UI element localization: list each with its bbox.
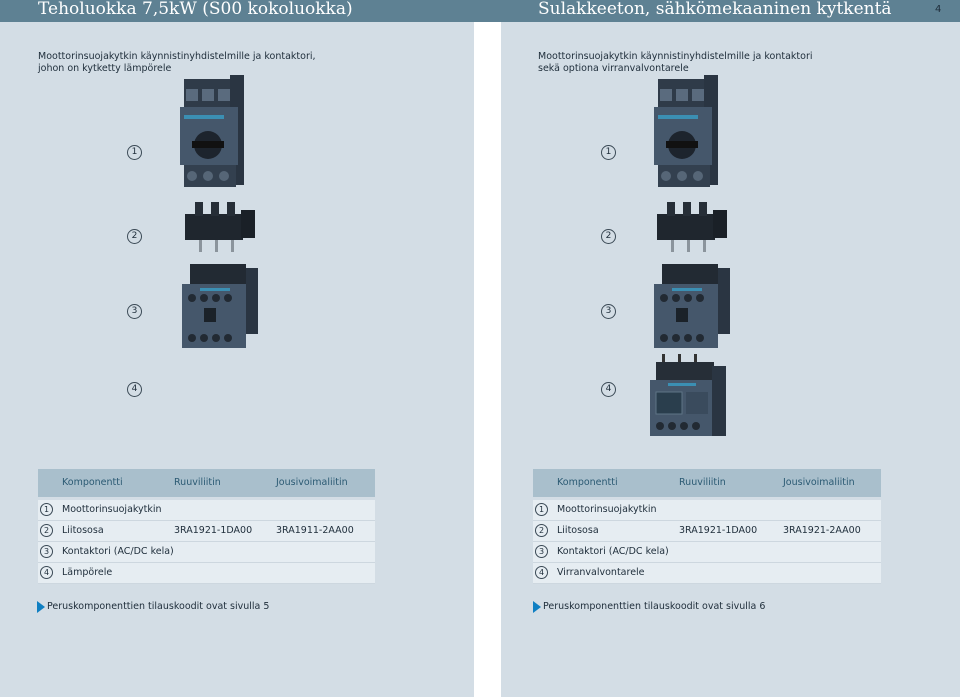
arrow-right-icon <box>37 601 45 613</box>
table-row: 3 Kontaktori (AC/DC kela) <box>38 542 375 563</box>
left-footnote-link[interactable]: Peruskomponenttien tilauskoodit ovat siv… <box>47 601 269 612</box>
row-number: 2 <box>40 524 53 537</box>
right-page <box>501 22 960 697</box>
circuit-breaker-device <box>180 75 244 187</box>
page-number: 4 <box>935 4 942 15</box>
table-row: 2 Liitososa 3RA1921-1DA00 3RA1921-2AA00 <box>533 521 881 542</box>
callout-4: 4 <box>127 382 142 397</box>
component-cell: Liitososa <box>62 525 104 536</box>
callout-3: 3 <box>601 304 616 319</box>
row-number: 1 <box>40 503 53 516</box>
table-header: Komponentti Ruuviliitin Jousivoimaliitin <box>38 469 375 497</box>
component-cell: Virranvalvontarele <box>557 567 645 578</box>
link-module-device <box>185 202 255 252</box>
right-order-table: Komponentti Ruuviliitin Jousivoimaliitin… <box>533 469 881 584</box>
spring-terminal-cell: 3RA1911-2AA00 <box>276 525 354 536</box>
arrow-right-icon <box>533 601 541 613</box>
column-header: Jousivoimaliitin <box>276 477 348 488</box>
table-row: 1 Moottorinsuojakytkin <box>533 500 881 521</box>
left-subtitle-line1: Moottorinsuojakytkin käynnistinyhdistelm… <box>38 51 316 62</box>
callout-1: 1 <box>127 145 142 160</box>
callout-3: 3 <box>127 304 142 319</box>
right-subtitle-line2: sekä optiona virranvalvontarele <box>538 63 689 74</box>
row-number: 1 <box>535 503 548 516</box>
column-header: Ruuviliitin <box>679 477 726 488</box>
table-row: 4 Virranvalvontarele <box>533 563 881 584</box>
screw-terminal-cell: 3RA1921-1DA00 <box>174 525 253 536</box>
row-number: 3 <box>535 545 548 558</box>
row-number: 4 <box>40 566 53 579</box>
right-page-title: Sulakkeeton, sähkömekaaninen kytkentä <box>538 0 892 19</box>
callout-2: 2 <box>601 229 616 244</box>
screw-terminal-cell: 3RA1921-1DA00 <box>679 525 758 536</box>
component-cell: Kontaktori (AC/DC kela) <box>62 546 174 557</box>
component-cell: Lämpörele <box>62 567 113 578</box>
right-subtitle: Moottorinsuojakytkin käynnistinyhdistelm… <box>538 51 868 75</box>
column-header: Ruuviliitin <box>174 477 221 488</box>
right-subtitle-line1: Moottorinsuojakytkin käynnistinyhdistelm… <box>538 51 813 62</box>
contactor-device <box>182 264 258 348</box>
table-row: 2 Liitososa 3RA1921-1DA00 3RA1911-2AA00 <box>38 521 375 542</box>
column-header: Komponentti <box>557 477 618 488</box>
callout-4: 4 <box>601 382 616 397</box>
component-cell: Moottorinsuojakytkin <box>557 504 657 515</box>
table-row: 4 Lämpörele <box>38 563 375 584</box>
link-module-device <box>657 202 727 252</box>
column-header: Jousivoimaliitin <box>783 477 855 488</box>
page-gutter <box>474 22 501 697</box>
component-cell: Liitososa <box>557 525 599 536</box>
left-subtitle: Moottorinsuojakytkin käynnistinyhdistelm… <box>38 51 368 75</box>
table-row: 3 Kontaktori (AC/DC kela) <box>533 542 881 563</box>
row-number: 3 <box>40 545 53 558</box>
left-order-table: Komponentti Ruuviliitin Jousivoimaliitin… <box>38 469 375 584</box>
left-page-title: Teholuokka 7,5kW (S00 kokoluokka) <box>38 0 353 19</box>
row-number: 4 <box>535 566 548 579</box>
left-subtitle-line2: johon on kytketty lämpörele <box>38 63 172 74</box>
current-monitoring-relay-device <box>650 354 726 436</box>
row-number: 2 <box>535 524 548 537</box>
contactor-device <box>654 264 730 348</box>
table-row: 1 Moottorinsuojakytkin <box>38 500 375 521</box>
right-footnote-link[interactable]: Peruskomponenttien tilauskoodit ovat siv… <box>543 601 765 612</box>
table-header: Komponentti Ruuviliitin Jousivoimaliitin <box>533 469 881 497</box>
callout-1: 1 <box>601 145 616 160</box>
component-cell: Kontaktori (AC/DC kela) <box>557 546 669 557</box>
circuit-breaker-device <box>654 75 718 187</box>
spring-terminal-cell: 3RA1921-2AA00 <box>783 525 861 536</box>
column-header: Komponentti <box>62 477 123 488</box>
callout-2: 2 <box>127 229 142 244</box>
component-cell: Moottorinsuojakytkin <box>62 504 162 515</box>
